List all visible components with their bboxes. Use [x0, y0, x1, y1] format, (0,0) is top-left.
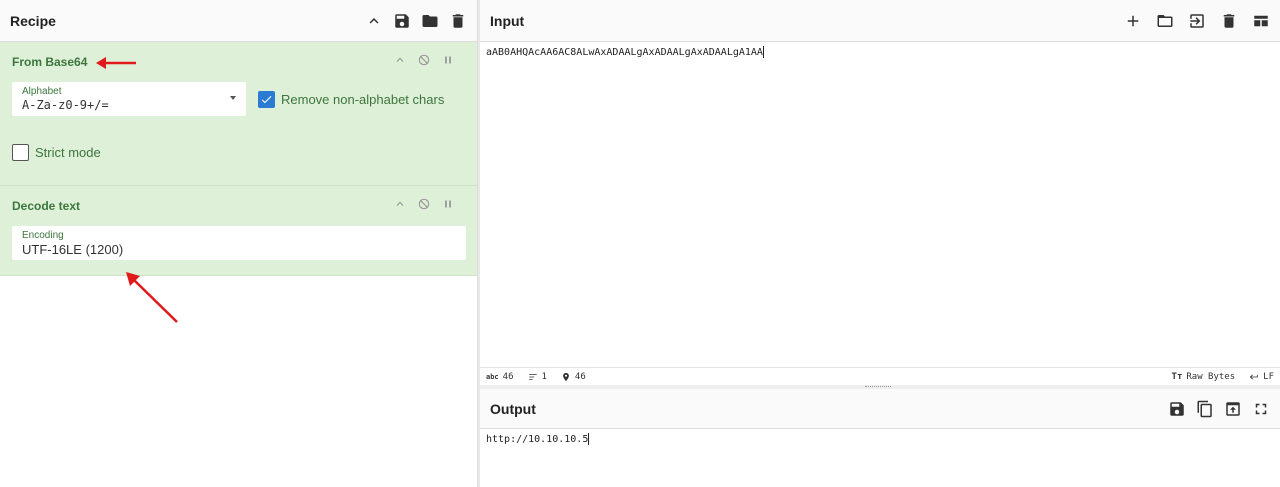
strict-mode-checkbox[interactable]: Strict mode: [12, 144, 465, 161]
layout-icon[interactable]: [1252, 12, 1270, 30]
char-count: abc 46: [486, 371, 514, 382]
encoding-value: UTF-16LE (1200): [22, 242, 124, 257]
disable-icon[interactable]: [417, 53, 431, 72]
plus-icon[interactable]: [1124, 12, 1142, 30]
chevron-down-icon: [230, 96, 236, 100]
abc-icon: abc: [486, 372, 499, 381]
trash-icon[interactable]: [449, 12, 467, 30]
fullscreen-icon[interactable]: [1252, 400, 1270, 418]
return-arrow-icon: [1249, 374, 1258, 379]
open-folder-icon[interactable]: [1156, 12, 1174, 30]
alphabet-label: Alphabet: [22, 86, 62, 97]
checkbox-checked-icon[interactable]: [258, 90, 275, 108]
operation-name[interactable]: From Base64: [12, 55, 393, 69]
alphabet-value: A-Za-z0-9+/=: [22, 98, 109, 112]
input-text: aAB0AHQAcAA6AC8ALwAxADAALgAxADAALgAxADAA…: [486, 47, 763, 58]
recipe-title: Recipe: [10, 12, 56, 29]
chevron-up-icon[interactable]: [365, 12, 383, 30]
output-text: http://10.10.10.5: [486, 434, 589, 445]
alphabet-select[interactable]: Alphabet A-Za-z0-9+/=: [12, 82, 246, 116]
remove-nonalpha-label: Remove non-alphabet chars: [281, 91, 445, 107]
location-icon: [563, 372, 569, 381]
encoding-label: Encoding: [22, 230, 64, 241]
trash-icon[interactable]: [1220, 12, 1238, 30]
operation-from-base64: From Base64 Alphabet A-Za-z0-9+/= Remove…: [0, 42, 477, 186]
save-icon[interactable]: [1168, 400, 1186, 418]
text-cursor: [762, 46, 764, 58]
operation-decode-text: Decode text Encoding UTF-16LE (1200): [0, 186, 477, 276]
pause-icon[interactable]: [441, 197, 455, 216]
output-title: Output: [490, 400, 536, 417]
cursor-position: 46: [561, 372, 586, 382]
raw-bytes-toggle[interactable]: Tт Raw Bytes: [1172, 372, 1236, 382]
save-icon[interactable]: [393, 12, 411, 30]
annotation-arrow: [126, 272, 178, 323]
input-textarea[interactable]: aAB0AHQAcAA6AC8ALwAxADAALgAxADAALgAxADAA…: [480, 42, 1280, 367]
remove-nonalpha-checkbox[interactable]: Remove non-alphabet chars: [258, 90, 445, 108]
encoding-select[interactable]: Encoding UTF-16LE (1200): [12, 226, 466, 260]
output-title-bar: Output: [480, 389, 1280, 429]
eol-toggle[interactable]: LF: [1249, 372, 1274, 382]
pause-icon[interactable]: [441, 53, 455, 72]
input-status-bar: abc 46 1 46 Tт Raw Bytes LF: [480, 367, 1280, 385]
input-title: Input: [490, 12, 525, 29]
chevron-up-icon[interactable]: [393, 197, 407, 216]
lines-icon: [528, 373, 537, 380]
text-size-icon: Tт: [1171, 371, 1183, 382]
disable-icon[interactable]: [417, 197, 431, 216]
text-cursor: [588, 433, 590, 445]
recipe-pane: Recipe From Base64 Alphabet A-Za-z0-9+/=…: [0, 0, 478, 487]
folder-icon[interactable]: [421, 12, 439, 30]
chevron-up-icon[interactable]: [393, 53, 407, 72]
line-count: 1: [528, 372, 547, 382]
replace-input-icon[interactable]: [1224, 400, 1242, 418]
copy-icon[interactable]: [1196, 400, 1214, 418]
io-pane: Input aAB0AHQAcAA6AC8ALwAxADAALgAxADAALg…: [480, 0, 1280, 487]
recipe-title-bar: Recipe: [0, 0, 477, 42]
annotation-arrow: [96, 57, 136, 69]
input-title-bar: Input: [480, 0, 1280, 42]
import-icon[interactable]: [1188, 12, 1206, 30]
operation-name[interactable]: Decode text: [12, 199, 393, 213]
output-textarea[interactable]: http://10.10.10.5: [480, 429, 1280, 487]
checkbox-unchecked-icon[interactable]: [12, 144, 29, 161]
strict-mode-label: Strict mode: [35, 145, 101, 160]
